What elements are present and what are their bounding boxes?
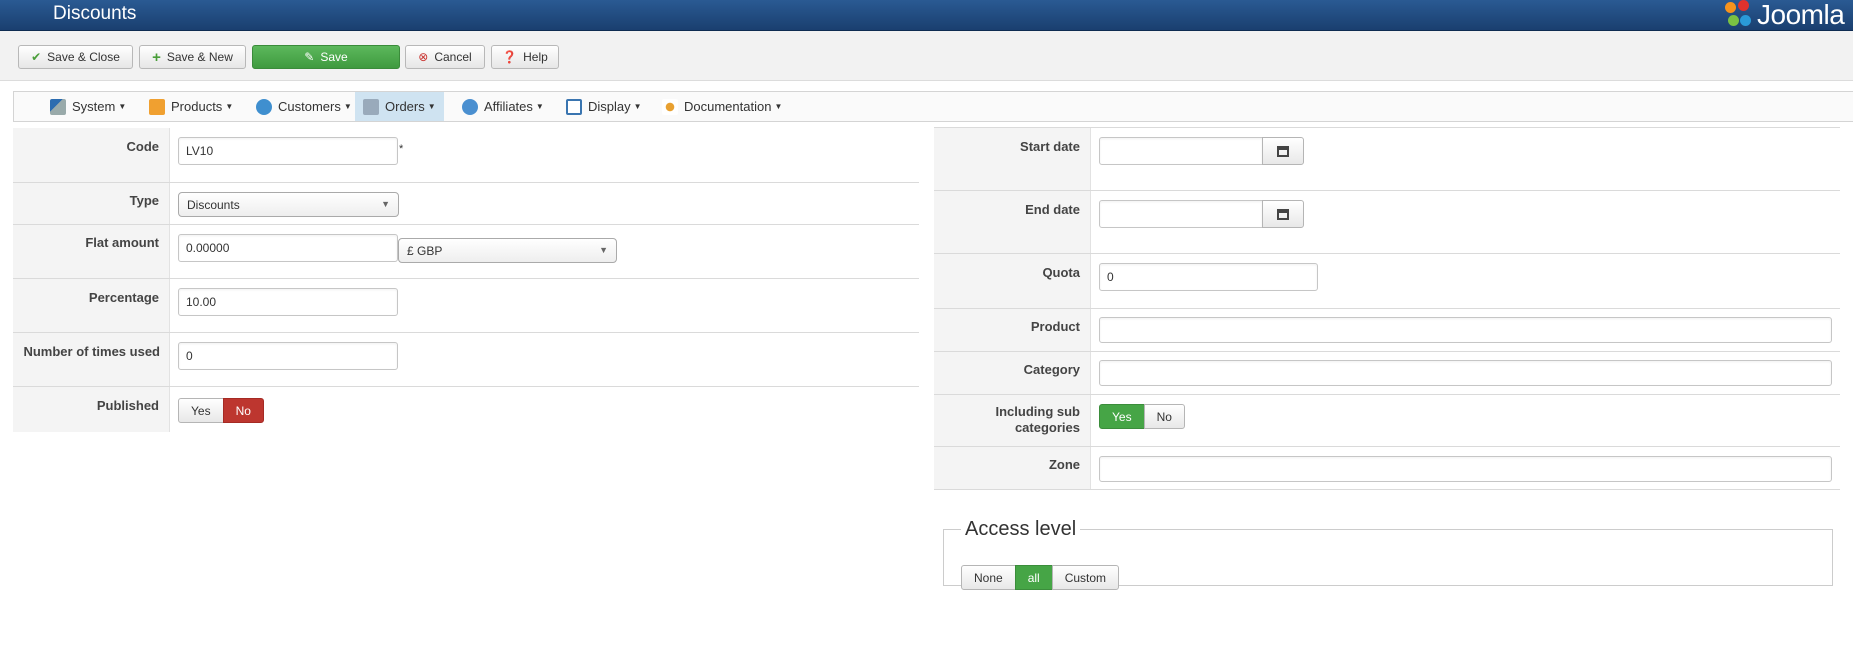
type-select[interactable]: Discounts ▼	[178, 192, 399, 217]
app-header: Discounts Joomla	[0, 0, 1853, 31]
joomla-logo: Joomla	[1725, 0, 1845, 32]
orders-icon	[363, 98, 379, 115]
type-label: Type	[129, 193, 159, 208]
including-sub-row: Including sub categories Yes No	[934, 395, 1840, 447]
currency-select[interactable]: £ GBP ▼	[398, 238, 617, 263]
edit-icon: ✎	[304, 50, 315, 64]
tools-icon	[50, 98, 66, 115]
caret-down-icon: ▼	[427, 102, 436, 111]
including-sub-toggle: Yes No	[1099, 404, 1185, 429]
product-input[interactable]	[1099, 317, 1832, 343]
access-level-toggle: None all Custom	[961, 565, 1120, 590]
cancel-icon: ⊗	[418, 50, 429, 64]
flat-amount-row: Flat amount 0.00000 £ GBP ▼	[13, 225, 919, 279]
code-label: Code	[126, 139, 160, 154]
percentage-label: Percentage	[88, 290, 159, 305]
affiliates-icon	[462, 98, 478, 115]
menu-display[interactable]: Display ▼	[558, 92, 650, 121]
joomla-logo-icon	[1725, 0, 1755, 30]
documentation-icon	[662, 98, 678, 115]
flat-amount-input[interactable]: 0.00000	[178, 234, 398, 262]
quota-input[interactable]: 0	[1099, 263, 1318, 291]
type-row: Type Discounts ▼	[13, 183, 919, 225]
plus-icon: +	[152, 48, 161, 66]
box-icon	[149, 98, 165, 115]
help-icon: ❓	[502, 50, 518, 64]
category-input[interactable]	[1099, 360, 1832, 386]
component-menu-bar: System ▼ Products ▼ Customers ▼ Orders ▼ Aff…	[13, 91, 1853, 122]
display-icon	[566, 98, 582, 115]
quota-label: Quota	[1042, 265, 1080, 280]
percentage-row: Percentage 10.00	[13, 279, 919, 333]
menu-system[interactable]: System ▼	[42, 92, 134, 121]
caret-down-icon: ▼	[343, 102, 352, 111]
end-date-calendar-button[interactable]	[1262, 200, 1304, 228]
save-button[interactable]: ✎ Save	[252, 45, 400, 69]
cancel-button[interactable]: ⊗ Cancel	[405, 45, 485, 69]
start-date-input[interactable]	[1099, 137, 1263, 165]
published-toggle: Yes No	[178, 398, 264, 423]
percentage-input[interactable]: 10.00	[178, 288, 398, 316]
published-yes-button[interactable]: Yes	[178, 398, 224, 423]
category-row: Category	[934, 352, 1840, 395]
zone-input[interactable]	[1099, 456, 1832, 482]
select-arrow-icon: ▼	[599, 245, 608, 255]
access-level-fieldset: Access level None all Custom	[943, 518, 1833, 590]
menu-documentation[interactable]: Documentation ▼	[654, 92, 790, 121]
access-none-button[interactable]: None	[961, 565, 1016, 590]
toolbar: ✔ Save & Close + Save & New ✎ Save ⊗ Can…	[0, 31, 1853, 81]
end-date-input[interactable]	[1099, 200, 1263, 228]
end-date-row: End date	[934, 191, 1840, 254]
joomla-logo-text: Joomla	[1757, 0, 1845, 30]
menu-orders[interactable]: Orders ▼	[355, 92, 444, 121]
check-icon: ✔	[31, 50, 42, 64]
help-button[interactable]: ❓ Help	[491, 45, 559, 69]
save-new-button[interactable]: + Save & New	[139, 45, 246, 69]
caret-down-icon: ▼	[774, 102, 783, 111]
end-date-label: End date	[1025, 202, 1080, 217]
access-custom-button[interactable]: Custom	[1051, 565, 1120, 590]
access-all-button[interactable]: all	[1014, 565, 1053, 590]
published-label: Published	[96, 398, 159, 413]
quota-row: Quota 0	[934, 254, 1840, 309]
save-close-button[interactable]: ✔ Save & Close	[18, 45, 133, 69]
caret-down-icon: ▼	[225, 102, 234, 111]
zone-row: Zone	[934, 447, 1840, 490]
including-sub-label: Including sub categories	[995, 404, 1081, 435]
flat-amount-label: Flat amount	[85, 235, 159, 250]
published-row: Published Yes No	[13, 387, 919, 432]
published-no-button[interactable]: No	[222, 398, 264, 423]
menu-customers[interactable]: Customers ▼	[248, 92, 360, 121]
calendar-icon	[1277, 208, 1289, 220]
including-sub-yes-button[interactable]: Yes	[1099, 404, 1145, 429]
menu-products[interactable]: Products ▼	[141, 92, 241, 121]
including-sub-no-button[interactable]: No	[1143, 404, 1185, 429]
times-used-input[interactable]: 0	[178, 342, 398, 370]
caret-down-icon: ▼	[118, 102, 127, 111]
page-title: Discounts	[53, 3, 137, 24]
category-label: Category	[1023, 362, 1080, 377]
select-arrow-icon: ▼	[381, 199, 390, 209]
product-label: Product	[1030, 319, 1080, 334]
code-input[interactable]: LV10	[178, 137, 398, 165]
caret-down-icon: ▼	[633, 102, 642, 111]
start-date-row: Start date	[934, 128, 1840, 191]
product-row: Product	[934, 309, 1840, 352]
access-level-legend: Access level	[965, 518, 1077, 540]
users-icon	[256, 98, 272, 115]
start-date-label: Start date	[1020, 139, 1080, 154]
caret-down-icon: ▼	[535, 102, 544, 111]
calendar-icon	[1277, 145, 1289, 157]
zone-label: Zone	[1048, 457, 1080, 472]
start-date-calendar-button[interactable]	[1262, 137, 1304, 165]
times-used-row: Number of times used 0	[13, 333, 919, 387]
required-marker: *	[399, 143, 404, 155]
times-used-label: Number of times used	[23, 344, 160, 359]
code-row: Code LV10 *	[13, 128, 919, 183]
menu-affiliates[interactable]: Affiliates ▼	[454, 92, 552, 121]
